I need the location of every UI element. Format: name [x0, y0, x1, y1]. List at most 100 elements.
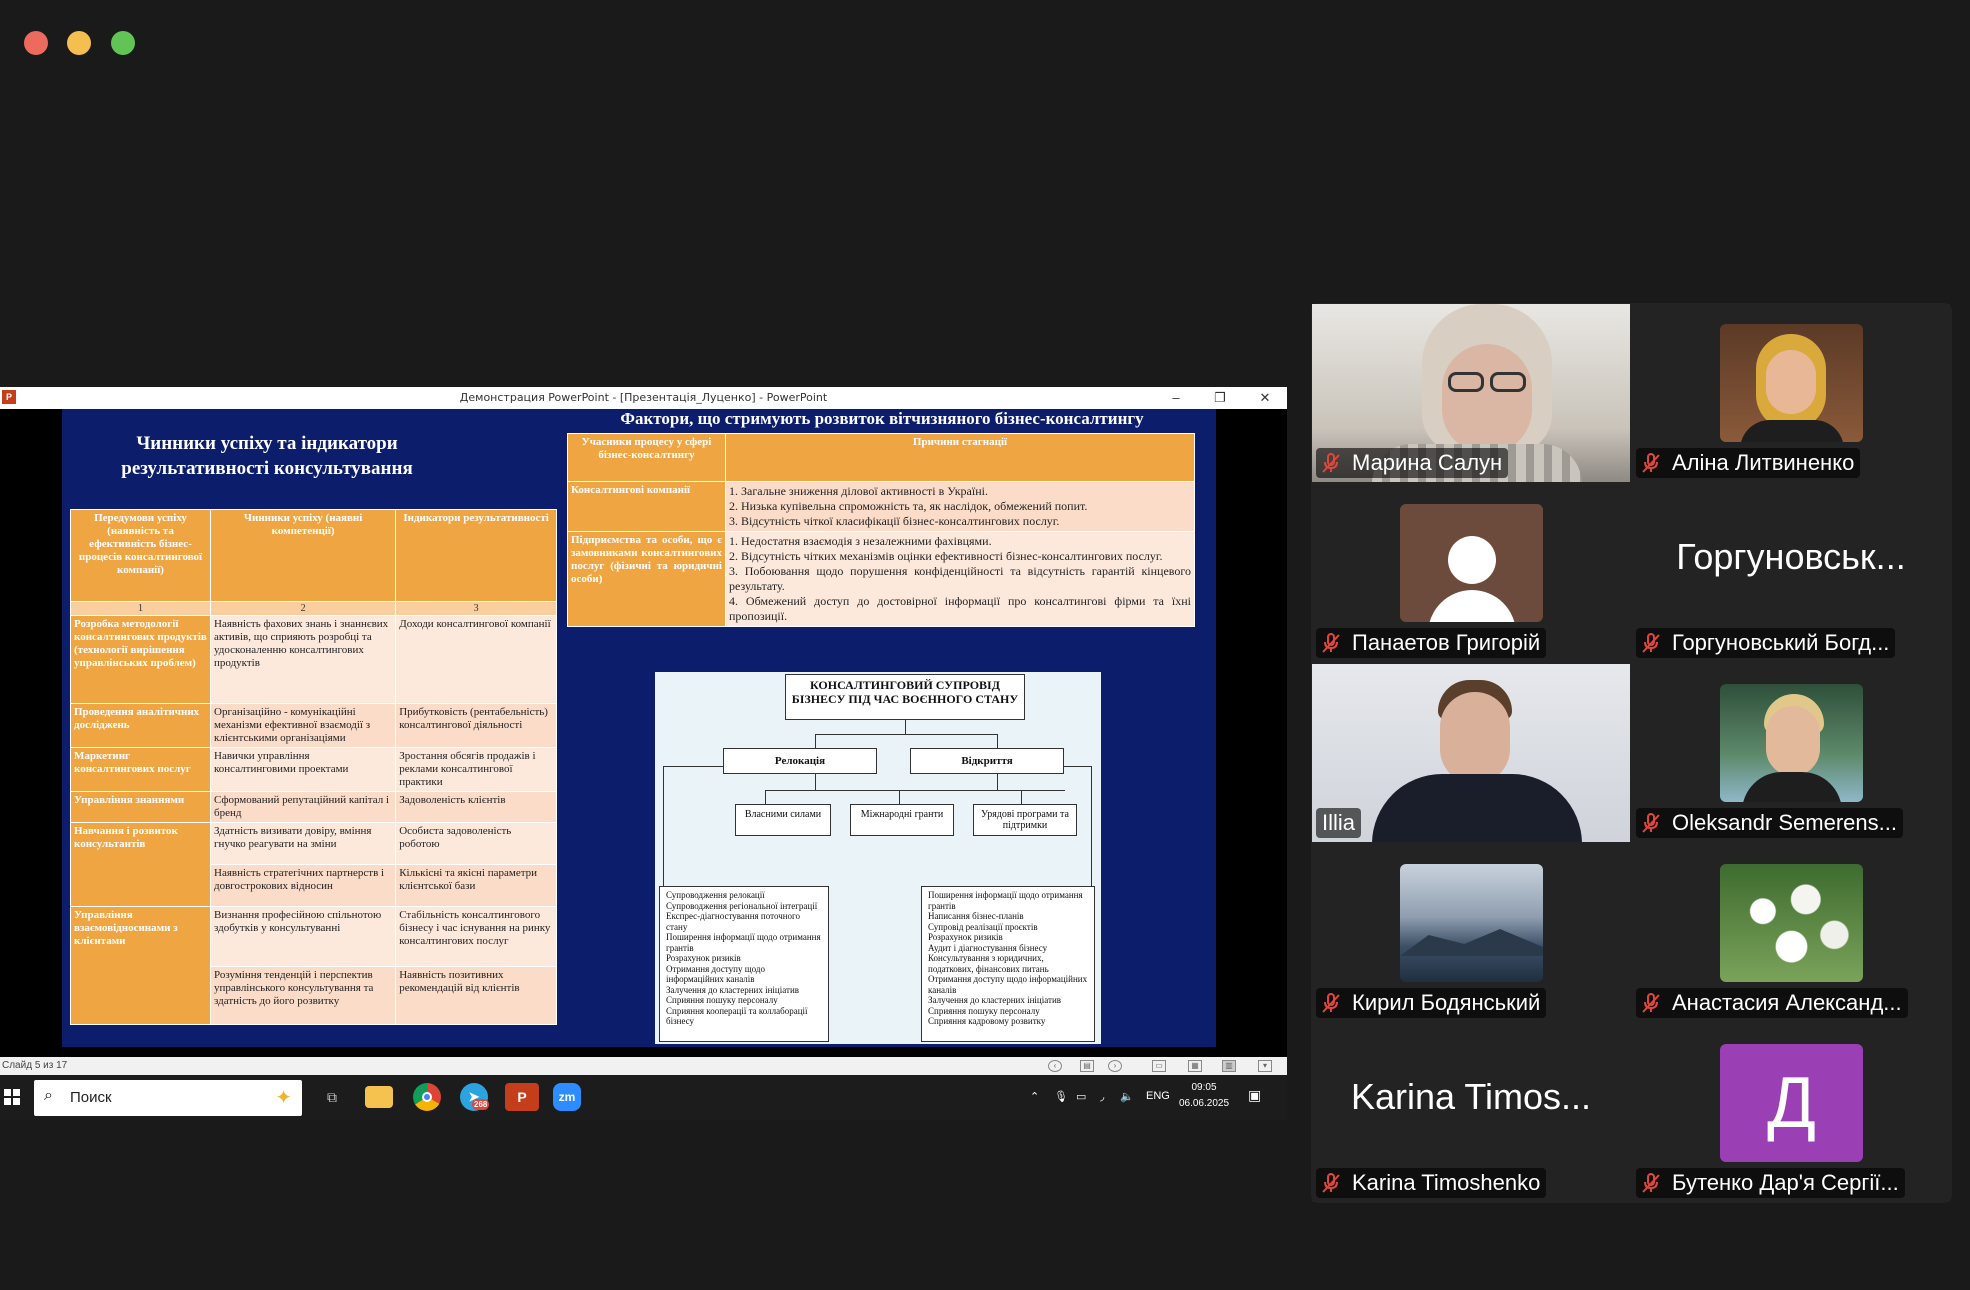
list-item: 2. Відсутність чітких механізмів оцінки …	[729, 549, 1163, 563]
powerpoint-taskbar-icon[interactable]: P	[505, 1083, 539, 1111]
diagram-sub-government: Урядові програми та підтримки	[973, 804, 1077, 836]
chevron-up-icon[interactable]: ⌃	[1030, 1090, 1039, 1103]
column-number: 1	[70, 601, 211, 616]
notifications-icon[interactable]: ▣	[1248, 1087, 1261, 1104]
list-item: Сприяння кооперації та коллаборації бізн…	[666, 1005, 808, 1027]
minimize-window-button[interactable]	[67, 31, 91, 55]
list-item: Залучення до кластерних ініціатив	[928, 995, 1062, 1005]
slideshow-icon[interactable]: ▾	[1258, 1060, 1272, 1072]
windows-start-icon[interactable]	[4, 1089, 20, 1105]
table-row-label: Управління знаннями	[70, 791, 211, 823]
diagram-right-list: Поширення інформації щодо отримання гран…	[921, 886, 1095, 1042]
participant-nametag: Марина Салун	[1316, 448, 1509, 478]
participant-name: Панаетов Григорій	[1352, 630, 1541, 655]
file-explorer-icon[interactable]	[365, 1086, 393, 1108]
participants-gallery: Марина Салун Аліна Литвиненко Панаетов Г…	[1311, 303, 1952, 1203]
list-item: Супровід реалізації проєктів	[928, 921, 1038, 932]
list-item: Сприяння пошуку персоналу	[666, 995, 778, 1005]
telegram-badge: 268	[472, 1099, 490, 1110]
powerpoint-window-title: Демонстрация PowerPoint - [Презентація_Л…	[459, 391, 828, 404]
list-item: Експрес-діагностування поточного стану	[666, 911, 801, 932]
table-cell: Наявність стратегічних партнерств і довг…	[209, 864, 397, 907]
table-cell: Сформований репутаційний капітал і бренд	[209, 791, 397, 823]
column-number: 3	[395, 601, 557, 616]
diagram-title: КОНСАЛТИНГОВИЙ СУПРОВІД БІЗНЕСУ ПІД ЧАС …	[785, 674, 1025, 720]
table-cell: Наявність фахових знань і знаннєвих акти…	[209, 615, 397, 704]
muted-mic-icon	[1640, 812, 1662, 834]
list-item: Отримання доступу щодо інформаційних кан…	[928, 974, 1088, 995]
network-icon[interactable]: ◞	[1100, 1090, 1104, 1103]
language-indicator[interactable]: ENG	[1146, 1090, 1170, 1102]
search-placeholder: Поиск	[70, 1089, 112, 1106]
windows-taskbar: ⌕ Поиск ✦ ⧉ ➤ 268 P zm ⌃ 🎙 ▭ ◞ 🔈 ENG 09:…	[0, 1075, 1287, 1120]
notes-icon[interactable]: ▤	[1080, 1060, 1094, 1072]
powerpoint-status-bar: Слайд 5 из 17 ‹ ▤ › ▭ ▦ ▥ ▾	[0, 1057, 1287, 1075]
participant-tile[interactable]: Марина Салун	[1312, 304, 1630, 482]
list-item: Супроводження регіональної інтеграції	[666, 900, 818, 911]
muted-mic-icon	[1320, 1172, 1342, 1194]
list-item: Сприяння кадровому розвитку	[928, 1016, 1046, 1026]
microphone-icon[interactable]: 🎙	[1054, 1090, 1068, 1103]
battery-icon[interactable]: ▭	[1076, 1090, 1086, 1103]
table-cell: Визнання професійною спільнотою здобуткі…	[209, 906, 397, 967]
participant-name: Бутенко Дар'я Сергії...	[1672, 1170, 1899, 1195]
table-cell: Наявність позитивних рекомендацій від кл…	[395, 966, 557, 1025]
normal-view-icon[interactable]: ▭	[1152, 1060, 1166, 1072]
taskbar-search-input[interactable]: ⌕ Поиск ✦	[34, 1080, 302, 1116]
participant-name: Аліна Литвиненко	[1672, 450, 1855, 475]
next-slide-icon[interactable]: ›	[1108, 1060, 1122, 1072]
volume-icon[interactable]: 🔈	[1120, 1090, 1134, 1103]
left-slide-title: Чинники успіху та індикатори результатив…	[121, 433, 413, 479]
muted-mic-icon	[1320, 632, 1342, 654]
participant-tile[interactable]: Аліна Литвиненко	[1632, 304, 1950, 482]
slide-sorter-icon[interactable]: ▦	[1188, 1060, 1202, 1072]
shared-screen: P Демонстрация PowerPoint - [Презентація…	[0, 387, 1287, 1120]
table-cell: Кількісні та якісні параметри клієнтсько…	[395, 864, 557, 907]
task-view-icon[interactable]: ⧉	[318, 1083, 346, 1111]
reading-view-icon[interactable]: ▥	[1222, 1060, 1236, 1072]
zoom-window-button[interactable]	[111, 31, 135, 55]
participant-avatar	[1400, 864, 1543, 982]
list-item: 3. Відсутність чіткої класифікації бізне…	[729, 514, 1060, 528]
table-cell: 1. Загальне зниження ділової активності …	[725, 481, 1195, 532]
column-number: 2	[209, 601, 397, 616]
participant-tile[interactable]: Горгуновськ... Горгуновський Богд...	[1632, 484, 1950, 662]
zoom-taskbar-icon[interactable]: zm	[553, 1083, 581, 1111]
participant-tile[interactable]: Д Бутенко Дар'я Сергії...	[1632, 1024, 1950, 1202]
list-item: Сприяння пошуку персоналу	[928, 1005, 1040, 1016]
participant-tile-active-speaker[interactable]: Illia	[1312, 664, 1630, 842]
taskbar-clock[interactable]: 09:05 06.06.2025	[1176, 1080, 1232, 1112]
participant-tile[interactable]: Анастасия Александ...	[1632, 844, 1950, 1022]
participant-display-name: Karina Timos...	[1350, 1076, 1592, 1117]
pp-restore-button[interactable]: ❐	[1205, 388, 1235, 408]
table-row-label: Консалтингові компанії	[567, 481, 726, 532]
table-header: Причини стагнації	[725, 433, 1195, 482]
participant-name: Karina Timoshenko	[1352, 1170, 1541, 1195]
table-cell: Здатність визивати довіру, вміння гнучко…	[209, 822, 397, 865]
participant-tile[interactable]: Oleksandr Semerens...	[1632, 664, 1950, 842]
participant-nametag: Горгуновський Богд...	[1636, 628, 1896, 658]
close-window-button[interactable]	[24, 31, 48, 55]
chrome-icon[interactable]	[413, 1083, 441, 1111]
diagram-sub-own: Власними силами	[735, 804, 831, 836]
success-factors-table: Передумови успіху (наявність та ефективн…	[70, 509, 557, 1025]
muted-mic-icon	[1320, 992, 1342, 1014]
table-row-label: Проведення аналітичних досліджень	[70, 703, 211, 748]
pp-minimize-button[interactable]: –	[1161, 388, 1191, 408]
participant-tile[interactable]: Панаетов Григорій	[1312, 484, 1630, 662]
prev-slide-icon[interactable]: ‹	[1048, 1060, 1062, 1072]
participant-name: Illia	[1322, 810, 1356, 835]
list-item: Поширення інформації щодо отримання гран…	[928, 890, 1083, 911]
pp-close-button[interactable]: ✕	[1250, 388, 1280, 408]
participant-avatar	[1720, 324, 1863, 442]
table-cell: Організаційно - комунікаційні механізми …	[209, 703, 397, 748]
telegram-icon[interactable]: ➤ 268	[460, 1083, 490, 1111]
participant-name: Горгуновський Богд...	[1672, 630, 1890, 655]
participant-tile[interactable]: Karina Timos... Karina Timoshenko	[1312, 1024, 1630, 1202]
participant-tile[interactable]: Кирил Бодянський	[1312, 844, 1630, 1022]
participant-nametag: Illia	[1316, 808, 1362, 838]
table-cell: Зростання обсягів продажів і реклами кон…	[395, 747, 557, 792]
muted-mic-icon	[1640, 1172, 1662, 1194]
slide-counter: Слайд 5 из 17	[2, 1060, 68, 1071]
clock-date: 06.06.2025	[1178, 1098, 1230, 1109]
